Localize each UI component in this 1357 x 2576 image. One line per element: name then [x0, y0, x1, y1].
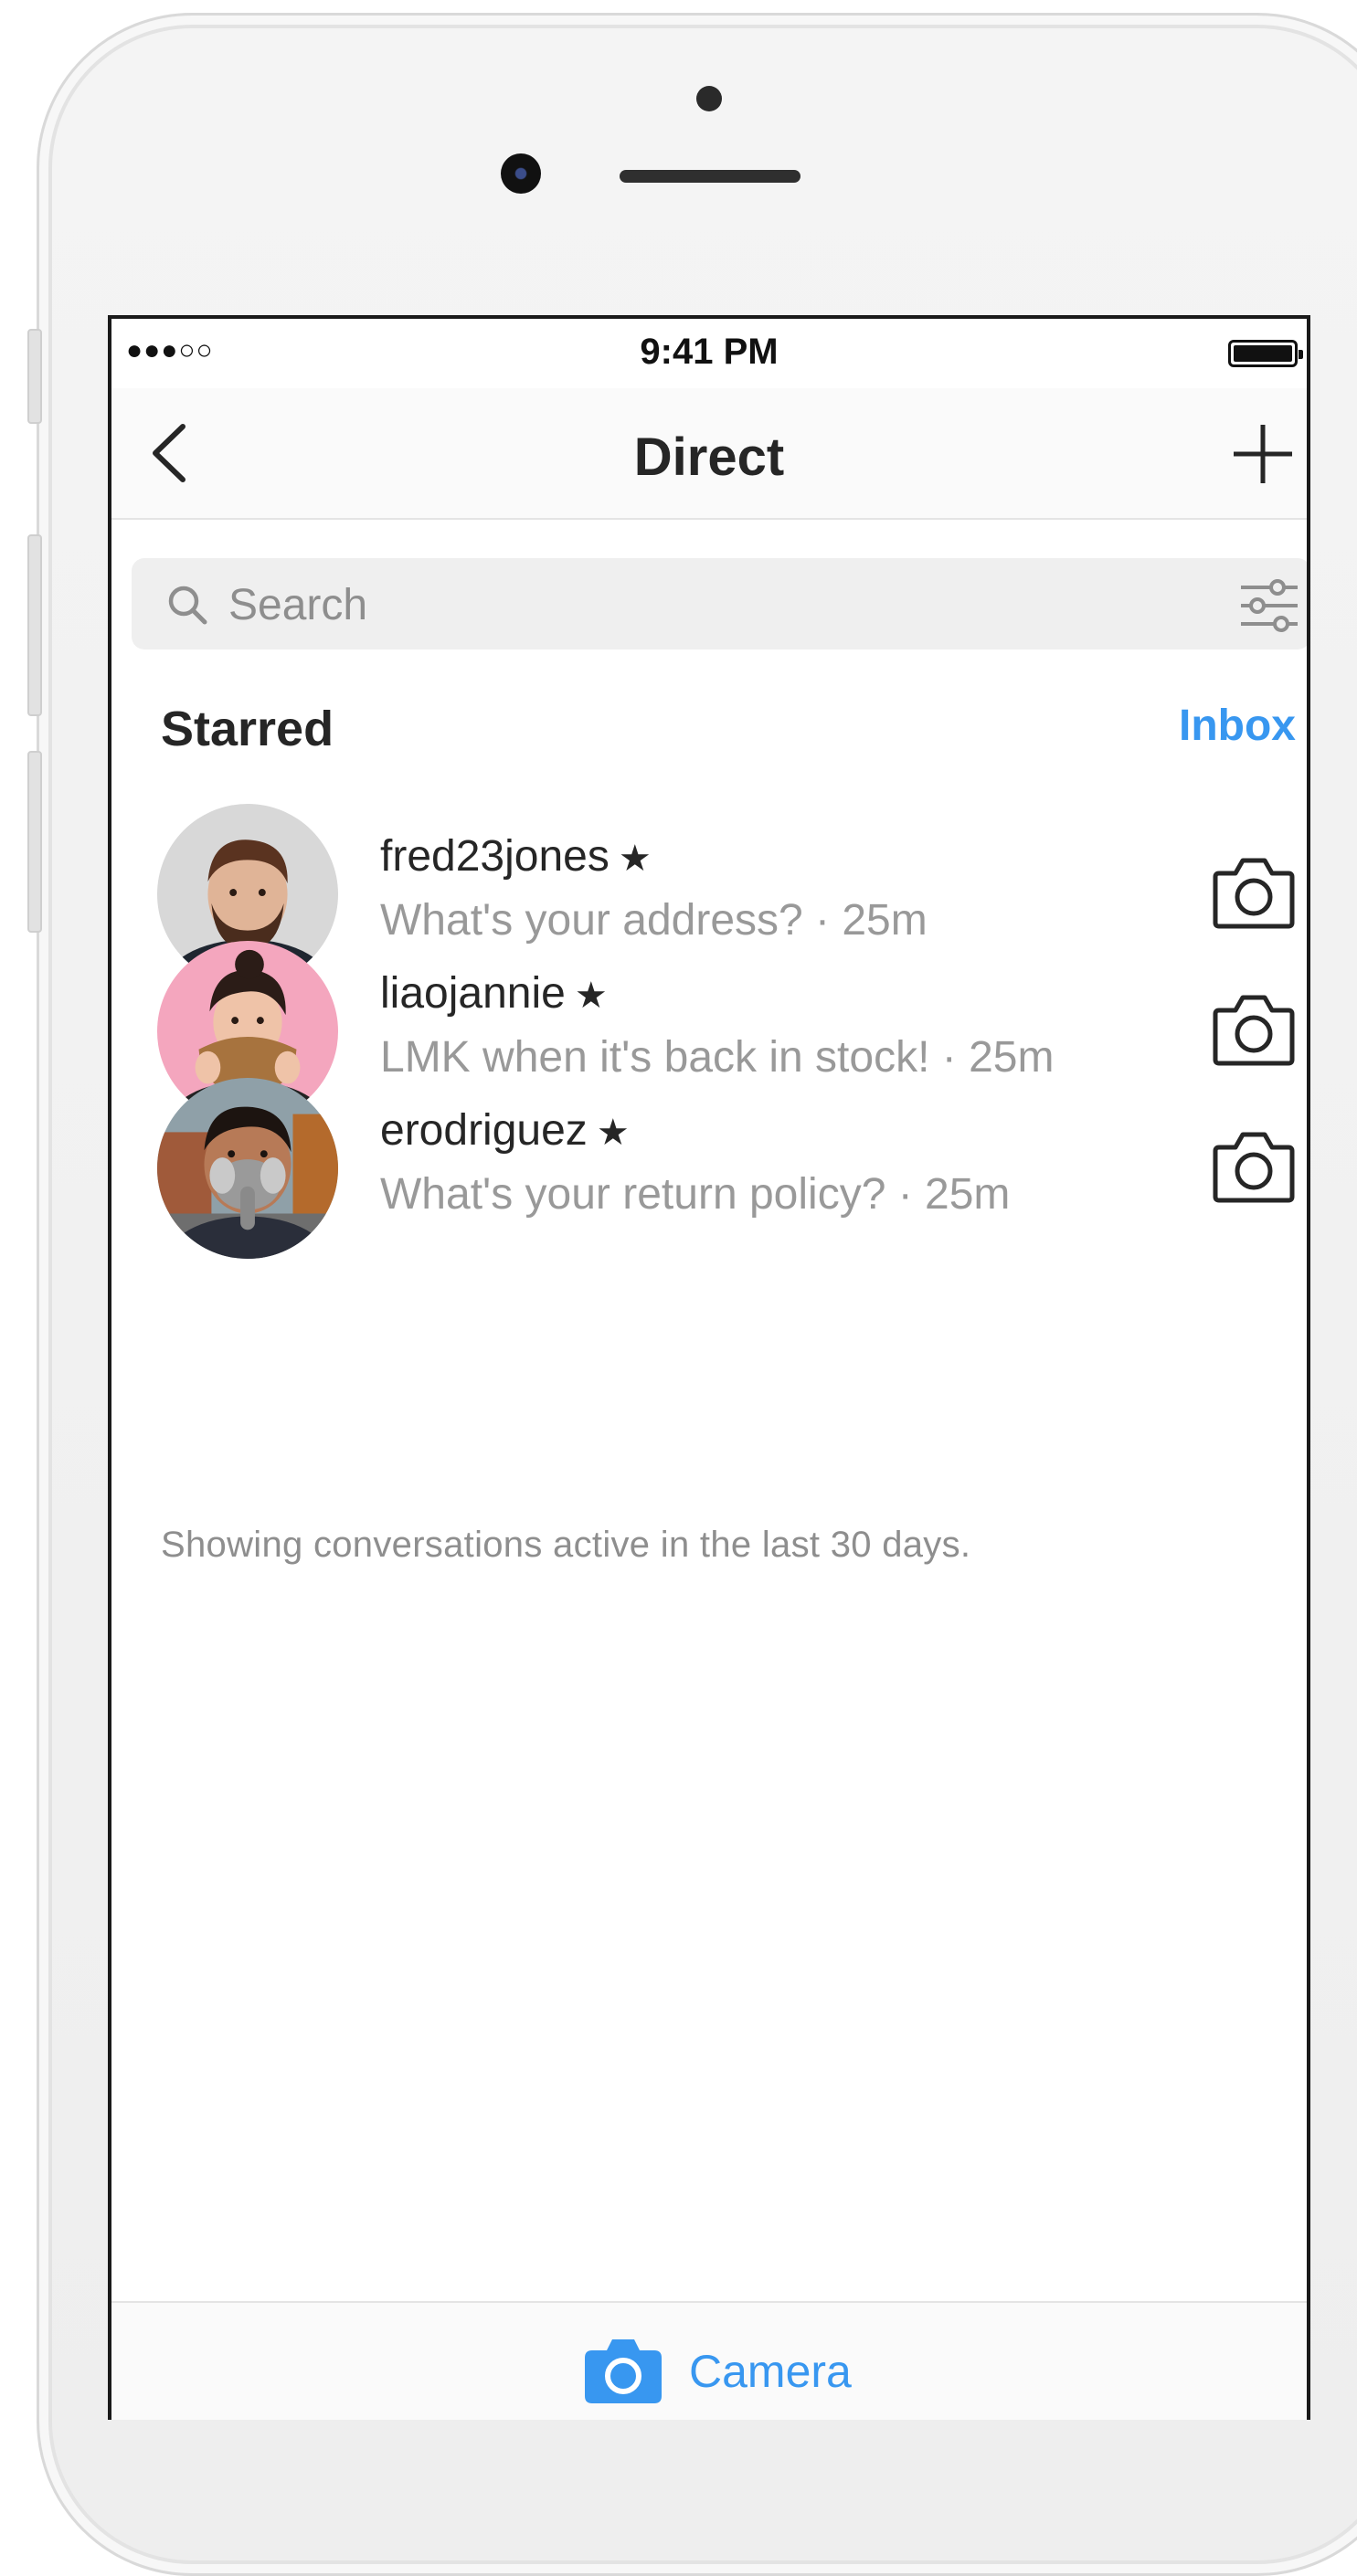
search-input[interactable]	[227, 573, 1144, 637]
camera-button[interactable]: Camera	[111, 2301, 1307, 2420]
battery-icon	[1228, 340, 1303, 367]
camera-label: Camera	[689, 2346, 852, 2397]
thread-row[interactable]: erodriguez ★ What's your return policy? ·…	[111, 1061, 1307, 1262]
camera-icon	[585, 2339, 662, 2403]
navigation-bar: Direct	[111, 388, 1307, 520]
earpiece-speaker	[620, 170, 800, 183]
front-sensor	[696, 86, 722, 111]
page-title: Direct	[633, 428, 785, 487]
status-bar: ●●●○○ 9:41 PM	[111, 319, 1307, 388]
star-icon: ★	[596, 1113, 630, 1153]
section-title-starred: Starred	[161, 702, 334, 756]
footer-note: Showing conversations active in the last…	[161, 1525, 971, 1565]
mute-switch	[27, 329, 42, 424]
star-icon: ★	[574, 976, 608, 1016]
status-time: 9:41 PM	[640, 332, 779, 372]
camera-icon[interactable]	[1212, 1127, 1296, 1204]
thread-preview: What's your return policy? · 25m	[380, 1170, 1011, 1219]
thread-username: fred23jones ★	[380, 832, 652, 881]
search-icon	[168, 586, 207, 625]
new-message-button[interactable]	[1230, 421, 1296, 487]
inbox-link[interactable]: Inbox	[1179, 701, 1296, 751]
avatar	[157, 1078, 338, 1259]
app-screen: ●●●○○ 9:41 PM Direct Search Starred Inbo…	[108, 315, 1310, 2420]
camera-icon[interactable]	[1212, 990, 1296, 1067]
camera-icon[interactable]	[1212, 853, 1296, 930]
plus-icon	[1234, 425, 1292, 483]
star-icon: ★	[618, 839, 652, 879]
volume-up-button	[27, 534, 42, 716]
thread-username: liaojannie ★	[380, 969, 608, 1018]
thread-username: erodriguez ★	[380, 1106, 630, 1155]
filter-sliders-icon[interactable]	[1239, 578, 1299, 633]
front-camera-lens	[501, 153, 541, 194]
search-bar	[132, 558, 1307, 649]
volume-down-button	[27, 751, 42, 933]
